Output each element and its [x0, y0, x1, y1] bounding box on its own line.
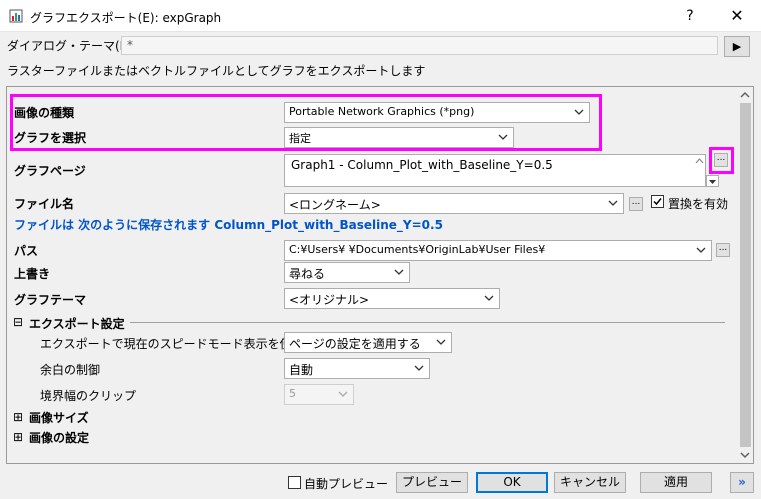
image-size-expander[interactable]: ⊞ — [13, 411, 26, 424]
file-name-label: ファイル名 — [14, 197, 75, 211]
graph-page-dropdown[interactable] — [706, 175, 719, 187]
theme-field[interactable]: * — [121, 36, 718, 55]
close-button[interactable]: ✕ — [722, 4, 752, 28]
image-type-label: 画像の種類 — [14, 106, 75, 120]
image-settings-expander[interactable]: ⊞ — [13, 431, 26, 444]
graph-page-value: Graph1 - Column_Plot_with_Baseline_Y=0.5 — [291, 158, 553, 172]
overwrite-label: 上書き — [14, 267, 51, 281]
cancel-button[interactable]: キャンセル — [554, 472, 626, 493]
export-settings-expander[interactable]: ⊟ — [13, 316, 26, 329]
chevron-down-icon — [574, 109, 584, 115]
save-notice: ファイルは 次のように保存されます Column_Plot_with_Basel… — [14, 218, 443, 232]
app-icon — [9, 9, 23, 23]
image-type-value: Portable Network Graphics (*png) — [289, 105, 475, 118]
speed-mode-value: ページの設定を適用する — [289, 337, 421, 351]
dialog-description: ラスターファイルまたはベクトルファイルとしてグラフをエクスポートします — [7, 64, 426, 78]
select-graph-value: 指定 — [289, 132, 311, 145]
more-button[interactable]: » — [730, 472, 754, 493]
chevron-down-icon — [414, 365, 424, 371]
select-graph-select[interactable]: 指定 — [284, 127, 514, 148]
margin-select[interactable]: 自動 — [284, 358, 430, 379]
graph-page-field[interactable]: Graph1 - Column_Plot_with_Baseline_Y=0.5 — [284, 154, 706, 187]
path-value: C:¥Users¥ ¥Documents¥OriginLab¥User File… — [289, 243, 546, 256]
file-name-browse-button[interactable]: ... — [629, 197, 643, 211]
graph-page-label: グラフページ — [14, 164, 86, 178]
graph-theme-value: <オリジナル> — [289, 293, 370, 307]
auto-preview-label: 自動プレビュー — [304, 477, 389, 491]
replace-label: 置換を有効 — [668, 197, 729, 211]
margin-value: 自動 — [289, 363, 314, 377]
preview-button[interactable]: プレビュー — [396, 472, 468, 493]
image-type-select[interactable]: Portable Network Graphics (*png) — [284, 102, 590, 123]
image-settings-label: 画像の設定 — [29, 431, 90, 445]
graph-page-browse-button[interactable]: ... — [714, 153, 728, 167]
path-browse-button[interactable]: ... — [716, 243, 730, 257]
clip-value: 5 — [289, 387, 296, 400]
clip-select[interactable]: 5 — [284, 384, 354, 405]
overwrite-value: 尋ねる — [289, 267, 326, 281]
select-graph-label: グラフを選択 — [14, 131, 87, 145]
checkmark-icon — [653, 198, 662, 206]
chevron-down-icon — [484, 295, 494, 301]
theme-arrow-button[interactable]: ▶ — [724, 36, 750, 57]
graph-page-scroll[interactable] — [693, 155, 706, 186]
graph-theme-label: グラフテーマ — [14, 293, 87, 307]
chevron-down-icon — [436, 339, 446, 345]
auto-preview-checkbox[interactable] — [288, 476, 301, 489]
file-name-value: <ロングネーム> — [289, 198, 381, 212]
chevron-down-icon — [338, 391, 348, 397]
window-title: グラフエクスポート(E): expGraph — [30, 11, 222, 25]
file-name-select[interactable]: <ロングネーム> — [284, 193, 624, 214]
path-label: パス — [14, 244, 39, 258]
scrollbar-thumb[interactable] — [740, 103, 751, 447]
replace-checkbox[interactable] — [651, 195, 664, 208]
chevron-down-icon — [498, 134, 508, 140]
ok-button[interactable]: OK — [476, 472, 548, 493]
speed-mode-select[interactable]: ページの設定を適用する — [284, 332, 452, 353]
speed-mode-label: エクスポートで現在のスピードモード表示を使う — [40, 337, 304, 351]
scroll-arrows-icon — [695, 158, 704, 164]
chevron-down-icon — [696, 247, 706, 253]
apply-button[interactable]: 適用 — [640, 472, 712, 493]
overwrite-select[interactable]: 尋ねる — [284, 262, 410, 283]
chevron-down-icon — [709, 180, 716, 184]
chevron-down-icon — [608, 200, 618, 206]
chevron-down-icon — [394, 269, 404, 275]
path-select[interactable]: C:¥Users¥ ¥Documents¥OriginLab¥User File… — [284, 240, 712, 261]
margin-label: 余白の制御 — [40, 363, 101, 377]
image-size-label: 画像サイズ — [29, 411, 89, 425]
clip-label: 境界幅のクリップ — [40, 389, 137, 403]
group-divider — [130, 322, 725, 323]
graph-theme-select[interactable]: <オリジナル> — [284, 288, 500, 309]
help-button[interactable]: ? — [676, 4, 704, 28]
theme-label: ダイアログ・テーマ(H) — [7, 39, 134, 53]
export-settings-label: エクスポート設定 — [29, 317, 125, 331]
